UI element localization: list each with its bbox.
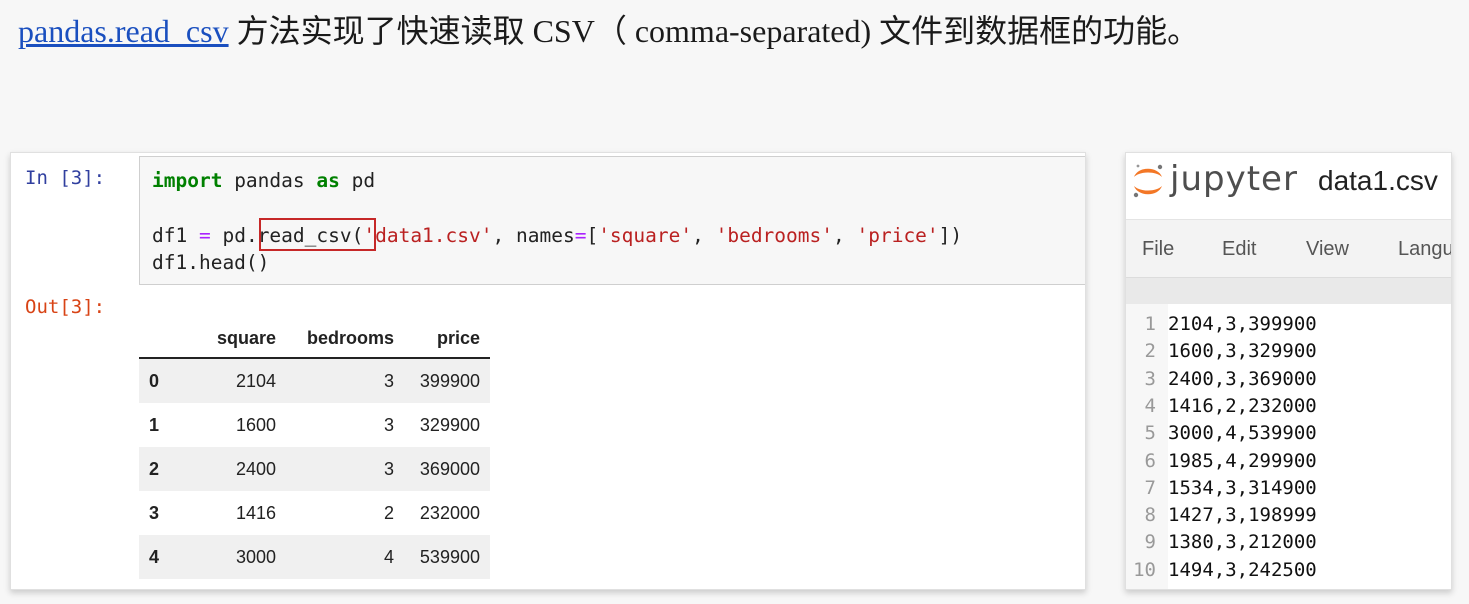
row-index: 4 [149,546,160,567]
code-token: , names [492,224,575,247]
cell-square: 3000 [235,546,276,567]
code-token: , [833,224,857,247]
cell-square: 1416 [235,502,276,523]
keyword-as: as [316,169,340,192]
notebook-panel: In [3]: import pandas as pd df1 = pd.rea… [10,152,1086,590]
line-number: 5 [1144,422,1156,445]
menu-view[interactable]: View [1306,238,1349,261]
menu-bar: File Edit View Langu [1126,219,1451,278]
line-content: 3000,4,539900 [1168,422,1317,445]
menu-edit[interactable]: Edit [1222,238,1256,261]
code-string: 'square' [598,224,693,247]
line-content: 2104,3,399900 [1168,313,1317,335]
table-row: 2 2400 3 369000 [139,447,490,491]
code-token: , [692,224,716,247]
line-number: 6 [1144,449,1156,472]
input-prompt: In [3]: [25,167,106,189]
menu-file[interactable]: File [1142,238,1174,261]
table-row: 0 2104 3 399900 [139,358,490,403]
cell-bedrooms: 3 [383,370,394,391]
code-operator: = [198,224,211,247]
cell-price: 539900 [419,546,480,567]
keyword-import: import [152,169,223,192]
line-content: 2400,3,369000 [1168,367,1317,390]
editor-line: 5 3000,4,539900 [1126,420,1451,447]
editor-line: 1 2104,3,399900 [1126,311,1451,338]
code-line-3: df1.head() [152,251,270,274]
editor-line: 6 1985,4,299900 [1126,448,1451,475]
line-number: 9 [1144,531,1156,554]
code-token: [ [586,224,599,247]
table-header-row: square bedrooms price [139,319,490,359]
row-index: 1 [149,414,160,435]
column-header: square [181,319,286,359]
code-token: pd [339,169,376,192]
headline-text: 方法实现了快速读取 CSV（ comma-separated) 文件到数据框的功… [228,13,1200,49]
cell-price: 232000 [419,502,480,523]
text-editor[interactable]: 1 2104,3,399900 2 1600,3,329900 3 2400,3,36… [1126,304,1451,589]
cell-bedrooms: 3 [383,414,394,435]
code-line-1: import pandas as pd [152,169,375,192]
table-row: 1 1600 3 329900 [139,403,490,447]
jupyter-brand[interactable]: jupyter [1170,159,1298,199]
line-content: 1494,3,242500 [1168,558,1317,581]
index-header [139,319,181,359]
editor-line: 7 1534,3,314900 [1126,475,1451,502]
code-string: 'data1.csv' [363,224,493,247]
cell-square: 2104 [235,370,276,391]
cell-price: 399900 [419,370,480,391]
jupyter-csv-panel: jupyter data1.csv File Edit View Langu 1… [1125,152,1452,590]
code-cell[interactable]: import pandas as pd df1 = pd.read_csv('d… [139,156,1085,285]
line-number: 1 [1144,313,1156,335]
cell-square: 1600 [235,414,276,435]
editor-line: 3 2400,3,369000 [1126,366,1451,393]
line-content: 1427,3,198999 [1168,504,1317,527]
read-csv-highlight-box [259,218,376,251]
row-index: 3 [149,502,160,523]
code-token: pandas [222,169,317,192]
line-content: 1985,4,299900 [1168,449,1317,472]
toolbar [1126,277,1451,305]
code-string: 'bedrooms' [715,224,833,247]
editor-line: 9 1380,3,212000 [1126,529,1451,556]
line-number: 3 [1144,367,1156,390]
line-content: 1600,3,329900 [1168,340,1317,363]
code-token: ]) [938,224,963,247]
headline: pandas.read_csv 方法实现了快速读取 CSV（ comma-sep… [18,8,1199,54]
jupyter-logo-icon [1133,164,1163,198]
line-number: 8 [1144,504,1156,527]
code-token: df1 [152,224,199,247]
cell-bedrooms: 4 [383,546,394,567]
code-operator: = [574,224,587,247]
file-name[interactable]: data1.csv [1318,165,1438,197]
line-content: 1380,3,212000 [1168,531,1317,554]
column-header: bedrooms [286,319,404,359]
line-number: 10 [1133,558,1156,581]
read-csv-link[interactable]: pandas.read_csv [18,13,229,49]
output-prompt: Out[3]: [25,296,106,318]
line-number: 4 [1144,394,1156,417]
table-row: 4 3000 4 539900 [139,535,490,579]
dataframe-table: square bedrooms price 0 2104 3 399900 1 … [139,319,490,579]
editor-line: 4 1416,2,232000 [1126,393,1451,420]
row-index: 0 [149,370,160,391]
cell-bedrooms: 2 [383,502,394,523]
cell-bedrooms: 3 [383,458,394,479]
line-content: 1534,3,314900 [1168,476,1317,499]
cell-price: 369000 [419,458,480,479]
cell-square: 2400 [235,458,276,479]
menu-language[interactable]: Langu [1398,238,1451,261]
line-number: 2 [1144,340,1156,363]
code-string: 'price' [856,224,939,247]
column-header: price [404,319,490,359]
line-content: 1416,2,232000 [1168,394,1317,417]
table-row: 3 1416 2 232000 [139,491,490,535]
editor-line: 2 1600,3,329900 [1126,338,1451,365]
line-number: 7 [1144,476,1156,499]
code-token: pd. [210,224,258,247]
cell-price: 329900 [419,414,480,435]
editor-line: 10 1494,3,242500 [1126,557,1451,584]
editor-line: 8 1427,3,198999 [1126,502,1451,529]
row-index: 2 [149,458,160,479]
